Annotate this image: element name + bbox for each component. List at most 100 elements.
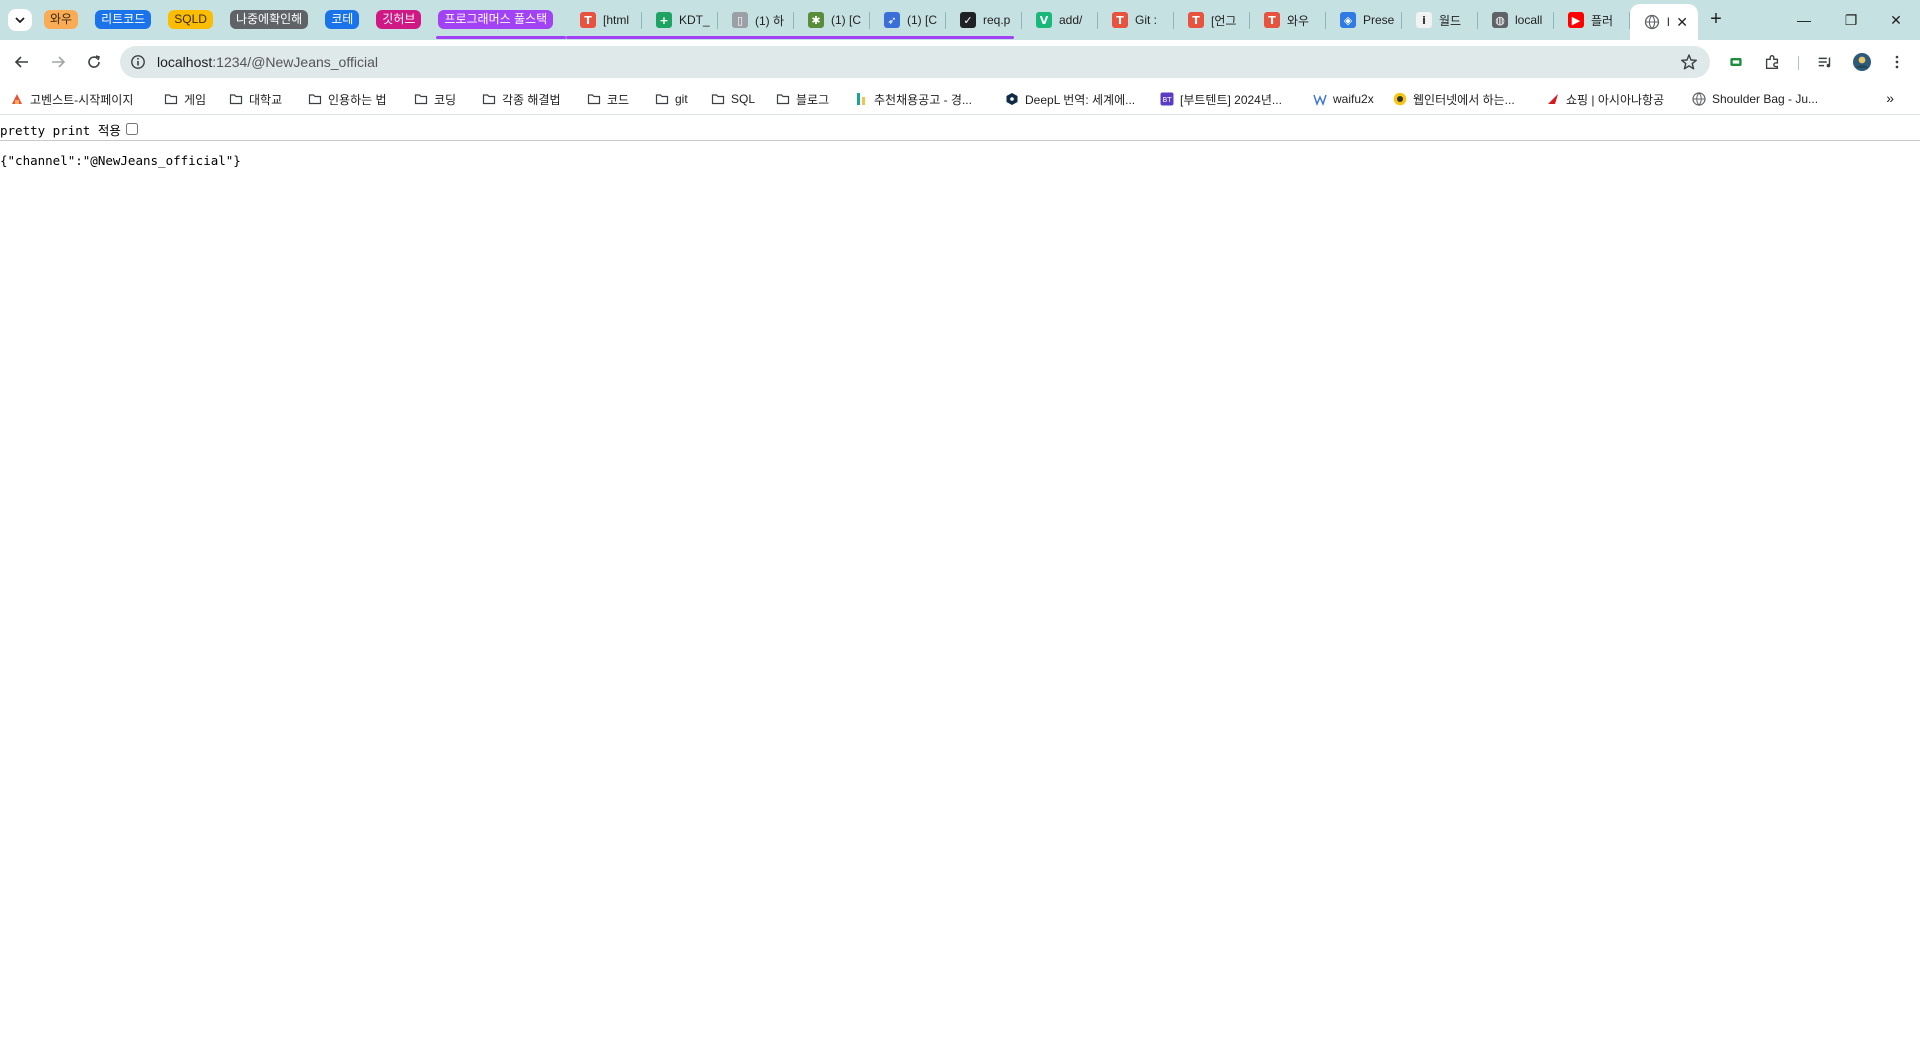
tab-group-chip[interactable]: 와우 xyxy=(44,10,79,29)
browser-tab[interactable]: T Git : xyxy=(1098,0,1174,40)
browser-tab[interactable]: i 월드 xyxy=(1402,0,1478,40)
tab-favicon-icon: V xyxy=(1036,12,1052,28)
tab-favicon-icon: ✱ xyxy=(808,12,824,28)
job-favicon-icon xyxy=(854,92,868,106)
bookmark-label: 인용하는 법 xyxy=(328,92,387,107)
tab-title: add/ xyxy=(1059,13,1083,27)
bookmark-item[interactable]: 대학교 xyxy=(229,90,282,108)
tab-favicon-icon: i xyxy=(1416,12,1432,28)
json-response-text: {"channel":"@NewJeans_official"} xyxy=(0,153,241,168)
forward-button[interactable] xyxy=(44,48,72,76)
browser-tab[interactable]: T [언그 xyxy=(1174,0,1250,40)
bookmark-label: DeepL 번역: 세계에... xyxy=(1025,92,1136,107)
browser-tab[interactable]: ▶ 플러 xyxy=(1554,0,1630,40)
bookmark-item[interactable]: 각종 해결법 xyxy=(482,90,561,108)
profile-avatar[interactable] xyxy=(1852,52,1872,72)
bookmark-label: Shoulder Bag - Ju... xyxy=(1712,92,1819,106)
bookmarks-overflow-button[interactable]: » xyxy=(1886,90,1894,106)
media-control-icon[interactable] xyxy=(1815,52,1835,72)
site-info-icon[interactable] xyxy=(130,54,146,70)
tab-title: Prese xyxy=(1363,13,1395,27)
browser-tab[interactable]: Vadd/ xyxy=(1022,0,1098,40)
pretty-print-checkbox[interactable] xyxy=(125,123,138,135)
tab-favicon-icon: ▶ xyxy=(1568,12,1584,28)
bookmark-item[interactable]: 블로그 xyxy=(776,90,829,108)
folder-icon xyxy=(711,92,725,106)
bookmark-label: 고벤스트-시작페이지 xyxy=(30,92,134,107)
bookmark-label: 웹인터넷에서 하는... xyxy=(1413,92,1515,107)
tab-search-button[interactable] xyxy=(8,9,32,31)
bookmark-item[interactable]: 코드 xyxy=(587,90,629,108)
tab-group-chip[interactable]: 프로그래머스 풀스택 xyxy=(438,10,554,29)
new-tab-button[interactable]: + xyxy=(1704,8,1728,32)
browser-tab[interactable]: ◍ locall xyxy=(1478,0,1554,40)
back-button[interactable] xyxy=(8,48,36,76)
browser-tab[interactable]: + KDT_ xyxy=(642,0,718,40)
bookmark-item[interactable]: DeepL 번역: 세계에... xyxy=(1005,90,1135,108)
browser-tab[interactable]: ◈ Prese xyxy=(1326,0,1402,40)
folder-icon xyxy=(587,92,601,106)
bookmark-item[interactable]: 웹인터넷에서 하는... xyxy=(1393,90,1515,108)
browser-tab[interactable]: T [html xyxy=(566,0,642,40)
puzzle-icon[interactable] xyxy=(1762,52,1782,72)
active-tab[interactable]: l ✕ xyxy=(1630,4,1698,40)
address-bar[interactable]: localhost:1234/@NewJeans_official xyxy=(120,46,1710,78)
browser-tab[interactable]: ➶ (1) [C xyxy=(870,0,946,40)
asiana-favicon-icon xyxy=(1546,92,1560,106)
reload-button[interactable] xyxy=(80,48,108,76)
tab-groups: 와우 리트코드 SQLD 나중에확인해 코테 깃허브 프로그래머스 풀스택 xyxy=(44,10,570,30)
tab-title: KDT_ xyxy=(679,13,710,27)
bookmark-item[interactable]: BT [부트텐트] 2024년... xyxy=(1160,90,1282,108)
bookmark-item[interactable]: SQL xyxy=(711,90,755,108)
bookmark-item[interactable]: waifu2x xyxy=(1313,90,1374,108)
extension-icon[interactable] xyxy=(1726,52,1746,72)
pretty-print-label: pretty print 적용 xyxy=(0,122,121,138)
tab-group-chip[interactable]: 리트코드 xyxy=(95,10,152,29)
globe-icon xyxy=(1644,14,1660,30)
divider xyxy=(0,140,1920,141)
bookmark-item[interactable]: 코딩 xyxy=(414,90,456,108)
folder-icon xyxy=(776,92,790,106)
tab-title: 월드 xyxy=(1439,13,1462,28)
bookmark-label: 각종 해결법 xyxy=(502,92,561,107)
url-text[interactable]: localhost:1234/@NewJeans_official xyxy=(157,54,378,70)
tab-favicon-icon: T xyxy=(1188,12,1204,28)
minimize-button[interactable]: — xyxy=(1780,0,1828,40)
bookmark-item[interactable]: 인용하는 법 xyxy=(308,90,387,108)
tab-title: Git : xyxy=(1135,13,1158,27)
bookmark-star-icon[interactable] xyxy=(1680,53,1698,71)
browser-tab[interactable]: T 와우 xyxy=(1250,0,1326,40)
bookmark-item[interactable]: Shoulder Bag - Ju... xyxy=(1692,90,1818,108)
browser-tab[interactable]: ✓ req.p xyxy=(946,0,1022,40)
bookmark-item[interactable]: 쇼핑 | 아시아나항공 xyxy=(1546,90,1664,108)
tab-favicon-icon: ➶ xyxy=(884,12,900,28)
smile-favicon-icon xyxy=(1393,92,1407,106)
bookmark-label: 대학교 xyxy=(249,92,283,107)
tab-group-chip[interactable]: 나중에확인해 xyxy=(229,10,309,29)
tab-group-chip[interactable]: 코테 xyxy=(325,10,360,29)
bookmark-item[interactable]: 게임 xyxy=(164,90,206,108)
bookmark-label: git xyxy=(675,92,688,106)
tab-group-chip[interactable]: SQLD xyxy=(168,10,213,29)
chevron-down-icon xyxy=(15,17,25,24)
bookmarks-bar: » 고벤스트-시작페이지 게임 대학교 인용하는 법 코딩 각종 해결법 코드 git SQL 블… xyxy=(0,84,1920,115)
tab-strip: 와우 리트코드 SQLD 나중에확인해 코테 깃허브 프로그래머스 풀스택 T [html + K… xyxy=(0,0,1920,40)
tab-close-icon[interactable]: ✕ xyxy=(1676,14,1688,31)
reload-icon xyxy=(88,55,101,68)
window-close-button[interactable]: ✕ xyxy=(1872,0,1920,40)
bookmark-item[interactable]: 고벤스트-시작페이지 xyxy=(10,90,133,108)
folder-icon xyxy=(229,92,243,106)
browser-tab[interactable]: ✱ (1) [C xyxy=(794,0,870,40)
tab-title: req.p xyxy=(983,13,1011,27)
folder-icon xyxy=(414,92,428,106)
tab-title: [언그 xyxy=(1211,13,1237,28)
arrow-right-icon xyxy=(52,56,66,68)
bookmark-label: [부트텐트] 2024년... xyxy=(1180,92,1282,107)
menu-kebab-icon[interactable] xyxy=(1887,52,1907,72)
tab-group-chip[interactable]: 깃허브 xyxy=(376,10,422,29)
bookmark-item[interactable]: git xyxy=(655,90,688,108)
restore-button[interactable]: ❐ xyxy=(1827,0,1875,40)
waifu-favicon-icon xyxy=(1313,92,1327,106)
bookmark-item[interactable]: 추천채용공고 - 경... xyxy=(854,90,972,108)
browser-tab[interactable]: ▯ (1) 하 xyxy=(718,0,794,40)
